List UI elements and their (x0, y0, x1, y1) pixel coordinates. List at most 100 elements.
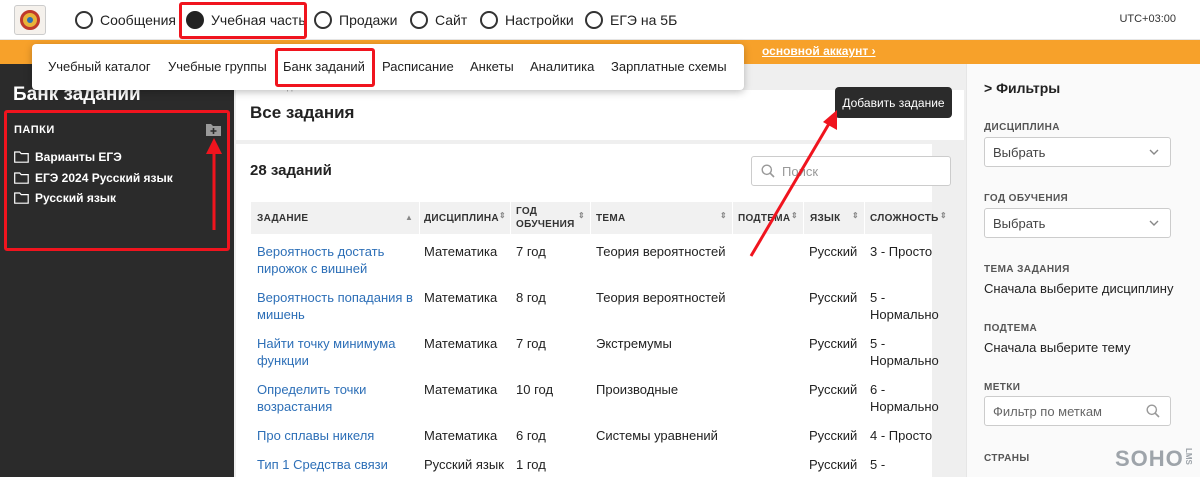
folder-item[interactable]: Русский язык (14, 189, 116, 207)
folders-label: ПАПКИ (14, 124, 55, 136)
header-language[interactable]: ЯЗЫК (810, 213, 841, 224)
column-divider (419, 202, 420, 234)
language-cell: Русский (809, 428, 858, 443)
search-icon (761, 164, 775, 178)
column-divider (803, 202, 804, 234)
sort-icon[interactable]: ⇕ (791, 211, 798, 220)
topic-cell: Теория вероятностей (596, 290, 726, 305)
year-cell: 6 год (516, 428, 546, 443)
header-year[interactable]: ГОД (516, 206, 537, 217)
page-title: Все задания (250, 103, 355, 122)
watermark-logo: SOHO (1115, 446, 1184, 471)
top-navbar: Сообщения Учебная часть Продажи Сайт Нас… (0, 0, 1200, 40)
difficulty-cell: 4 - Просто (870, 428, 933, 443)
sort-icon[interactable]: ▲ (405, 212, 413, 223)
add-folder-icon[interactable] (206, 123, 221, 136)
year-cell: 7 год (516, 244, 546, 259)
folders-sidebar: Банк заданий ПАПКИ Варианты ЕГЭ ЕГЭ 2024… (0, 64, 234, 477)
nav-education[interactable]: Учебная часть (186, 8, 306, 32)
radio-filled-icon (186, 11, 204, 29)
sort-icon[interactable]: ⇕ (499, 211, 506, 220)
submenu-analytics[interactable]: Аналитика (530, 59, 594, 74)
task-link[interactable]: Про сплавы никеля (257, 427, 374, 444)
sort-icon[interactable]: ⇕ (720, 211, 727, 220)
column-divider (510, 202, 511, 234)
sort-icon[interactable]: ⇕ (578, 211, 585, 220)
submenu-task-bank[interactable]: Банк заданий (283, 59, 365, 74)
submenu-catalog[interactable]: Учебный каталог (48, 59, 151, 74)
topic-filter-hint: Сначала выберите дисциплину (984, 281, 1174, 296)
search-placeholder: Поиск (782, 164, 819, 179)
countries-filter-label: СТРАНЫ (984, 453, 1030, 464)
difficulty-cell: 3 - Просто (870, 244, 933, 259)
topic-cell: Производные (596, 382, 679, 397)
topic-cell: Теория вероятностей (596, 244, 726, 259)
search-icon (1146, 404, 1160, 418)
discipline-cell: Математика (424, 244, 498, 259)
chevron-down-icon (1149, 149, 1159, 155)
filters-title[interactable]: > Фильтры (984, 80, 1060, 96)
header-task[interactable]: ЗАДАНИЕ (257, 213, 308, 224)
add-task-button[interactable]: Добавить задание (835, 87, 952, 118)
folder-icon (14, 151, 29, 163)
submenu-groups[interactable]: Учебные группы (168, 59, 267, 74)
language-cell: Русский (809, 290, 858, 305)
year-cell: 10 год (516, 382, 554, 397)
task-link[interactable]: Тип 1 Средства связи (257, 456, 388, 473)
submenu-surveys[interactable]: Анкеты (470, 59, 514, 74)
task-link[interactable]: Вероятность попадания в мишень (257, 289, 413, 323)
task-link[interactable]: Вероятность достать пирожок с вишней (257, 243, 384, 277)
discipline-cell: Математика (424, 382, 498, 397)
sort-icon[interactable]: ⇕ (940, 211, 947, 220)
folder-icon (14, 172, 29, 184)
task-link[interactable]: Найти точку минимума функции (257, 335, 395, 369)
nav-settings[interactable]: Настройки (480, 8, 574, 32)
submenu-salary[interactable]: Зарплатные схемы (611, 59, 727, 74)
sort-icon[interactable]: ⇕ (852, 211, 859, 220)
topic-filter-label: ТЕМА ЗАДАНИЯ (984, 264, 1070, 275)
difficulty-cell: 5 - Нормально (870, 290, 939, 322)
discipline-cell: Математика (424, 428, 498, 443)
year-cell: 1 год (516, 457, 546, 472)
nav-messages[interactable]: Сообщения (75, 8, 176, 32)
submenu-schedule[interactable]: Расписание (382, 59, 454, 74)
radio-icon (314, 11, 332, 29)
radio-icon (480, 11, 498, 29)
discipline-cell: Математика (424, 336, 498, 351)
subtopic-filter-label: ПОДТЕМА (984, 323, 1038, 334)
education-submenu: Учебный каталог Учебные группы Банк зада… (32, 44, 744, 90)
folder-item[interactable]: Варианты ЕГЭ (14, 148, 122, 166)
difficulty-cell: 5 - (870, 457, 886, 472)
nav-ege[interactable]: ЕГЭ на 5Б (585, 8, 677, 32)
search-input[interactable]: Поиск (751, 156, 951, 186)
header-subtopic[interactable]: ПОДТЕМА (738, 213, 790, 224)
banner-link[interactable]: основной аккаунт › (762, 44, 876, 58)
discipline-cell: Математика (424, 290, 498, 305)
tags-filter-label: МЕТКИ (984, 382, 1021, 393)
discipline-select[interactable]: Выбрать (984, 137, 1171, 167)
chevron-down-icon (1149, 220, 1159, 226)
tags-filter-input[interactable]: Фильтр по меткам (984, 396, 1171, 426)
radio-icon (410, 11, 428, 29)
column-divider (864, 202, 865, 234)
year-cell: 8 год (516, 290, 546, 305)
header-difficulty[interactable]: СЛОЖНОСТЬ (870, 213, 939, 224)
nav-site[interactable]: Сайт (410, 8, 467, 32)
topic-cell: Системы уравнений (596, 428, 718, 443)
column-divider (732, 202, 733, 234)
school-logo[interactable] (14, 5, 46, 35)
year-select[interactable]: Выбрать (984, 208, 1171, 238)
radio-icon (585, 11, 603, 29)
tasks-count: 28 заданий (250, 162, 332, 179)
watermark-logo-side: LMS (1184, 448, 1193, 465)
year-filter-label: ГОД ОБУЧЕНИЯ (984, 193, 1069, 204)
difficulty-cell: 6 - Нормально (870, 382, 939, 414)
task-link[interactable]: Определить точки возрастания (257, 381, 366, 415)
topic-cell: Экстремумы (596, 336, 672, 351)
header-discipline[interactable]: ДИСЦИПЛИНА (424, 213, 499, 224)
folder-item[interactable]: ЕГЭ 2024 Русский язык (14, 169, 173, 187)
subtopic-filter-hint: Сначала выберите тему (984, 340, 1131, 355)
header-topic[interactable]: ТЕМА (596, 213, 626, 224)
nav-sales[interactable]: Продажи (314, 8, 397, 32)
discipline-cell: Русский язык (424, 457, 504, 472)
